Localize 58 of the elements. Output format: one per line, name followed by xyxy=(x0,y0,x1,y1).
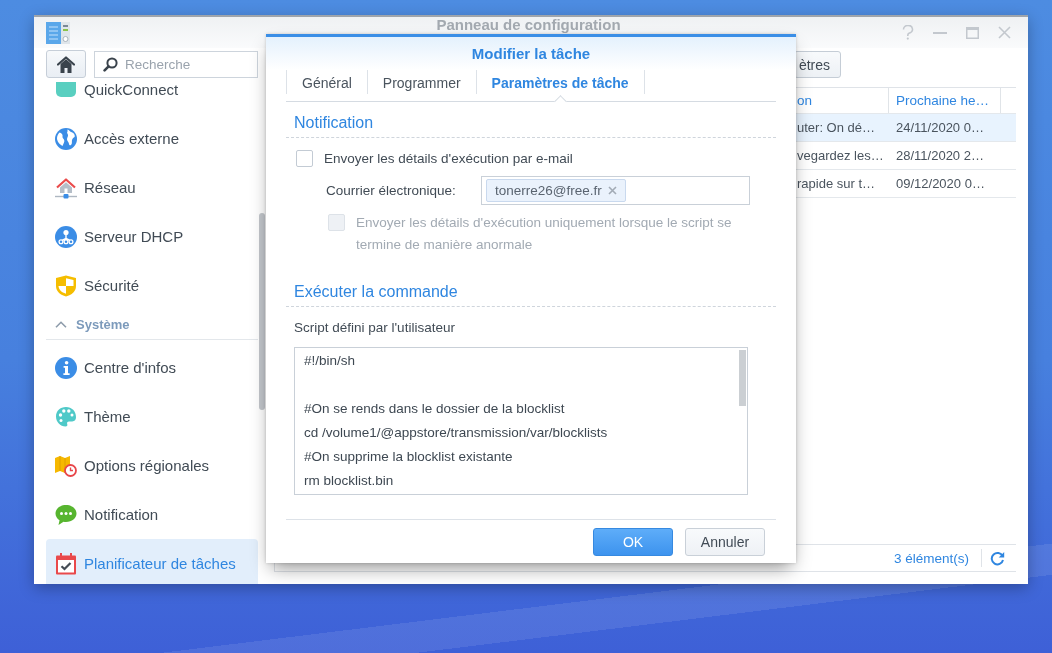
search-field[interactable]: Recherche xyxy=(94,51,258,78)
column-header[interactable]: on xyxy=(797,93,813,108)
window-title: Panneau de configuration xyxy=(436,17,621,33)
tag[interactable]: tonerre26@free.fr xyxy=(486,179,626,202)
script-field[interactable]: #!/bin/sh #On se rends dans le dossier de la blocklist cd /volume1/@appstore/transmission/var/blocklists #On supprime la blocklist existante rm blocklist.bin xyxy=(294,347,748,495)
sidebar-item[interactable]: Thème xyxy=(46,392,258,441)
network-nodes-icon xyxy=(55,225,77,248)
cancel-button[interactable]: Annuler xyxy=(685,528,765,556)
field-label: Courrier électronique: xyxy=(326,183,457,198)
sidebar-item[interactable]: Sécurité xyxy=(46,261,258,310)
table-cell: vegardez les… xyxy=(797,148,884,163)
minimize-icon[interactable] xyxy=(933,31,947,34)
sidebar-item[interactable]: QuickConnect xyxy=(46,79,258,114)
checkbox[interactable] xyxy=(296,150,313,167)
checkbox-label: Envoyer les détails d'exécution uniquement lorsque le script se termine de manière anormale xyxy=(356,214,733,254)
maximize-icon[interactable] xyxy=(966,26,979,39)
table-cell: 24/11/2020 0… xyxy=(896,120,984,135)
info-icon xyxy=(55,356,77,379)
scrollbar[interactable] xyxy=(259,213,265,410)
section-title: Notification xyxy=(294,114,374,131)
item-count: 3 élément(s) xyxy=(893,550,969,566)
table-cell: 28/11/2020 2… xyxy=(896,148,984,163)
table-row[interactable]: rapide sur t… 09/12/2020 0… xyxy=(796,170,1016,197)
table-cell: 09/12/2020 0… xyxy=(896,176,985,191)
search-icon xyxy=(103,57,118,72)
refresh-icon[interactable] xyxy=(990,550,1005,566)
checkbox-label: Envoyer les détails d'exécution par e-mail xyxy=(324,150,573,168)
panel-icon xyxy=(46,21,70,44)
home-button[interactable] xyxy=(46,50,86,78)
shield-icon xyxy=(55,274,77,297)
email-field[interactable]: tonerre26@free.fr xyxy=(481,176,750,205)
toolbar-button[interactable]: ètres xyxy=(793,51,841,78)
palette-icon xyxy=(55,405,77,428)
dialog-title: Modifier la tâche xyxy=(471,45,591,62)
house-icon xyxy=(55,176,77,199)
sidebar-item[interactable]: Centre d'infos xyxy=(46,343,258,392)
table-row[interactable]: vegardez les… 28/11/2020 2… xyxy=(796,142,1016,169)
field-label: Script défini par l'utilisateur xyxy=(294,320,455,335)
sidebar-item[interactable]: Serveur DHCP xyxy=(46,212,258,261)
table-row[interactable]: uter: On dé… 24/11/2020 0… xyxy=(796,114,1016,141)
home-icon xyxy=(57,55,75,73)
scrollbar[interactable] xyxy=(739,350,746,406)
column-header[interactable]: Prochaine he… xyxy=(896,93,990,108)
globe-icon xyxy=(55,127,77,150)
sidebar-item[interactable]: Réseau xyxy=(46,163,258,212)
table-cell: uter: On dé… xyxy=(797,120,876,135)
chat-bubble-icon xyxy=(55,503,77,526)
sidebar-item[interactable]: Notification xyxy=(46,490,258,539)
close-icon[interactable] xyxy=(998,26,1011,39)
sidebar-item[interactable]: Options régionales xyxy=(46,441,258,490)
sidebar-item[interactable]: Accès externe xyxy=(46,114,258,163)
section-title: Exécuter la commande xyxy=(294,283,458,300)
help-icon[interactable] xyxy=(902,25,914,40)
cross-icon[interactable] xyxy=(607,186,617,195)
map-clock-icon xyxy=(55,454,77,477)
calendar-check-icon xyxy=(55,552,77,575)
table-cell: rapide sur t… xyxy=(797,176,876,191)
bubble-icon xyxy=(55,81,77,98)
